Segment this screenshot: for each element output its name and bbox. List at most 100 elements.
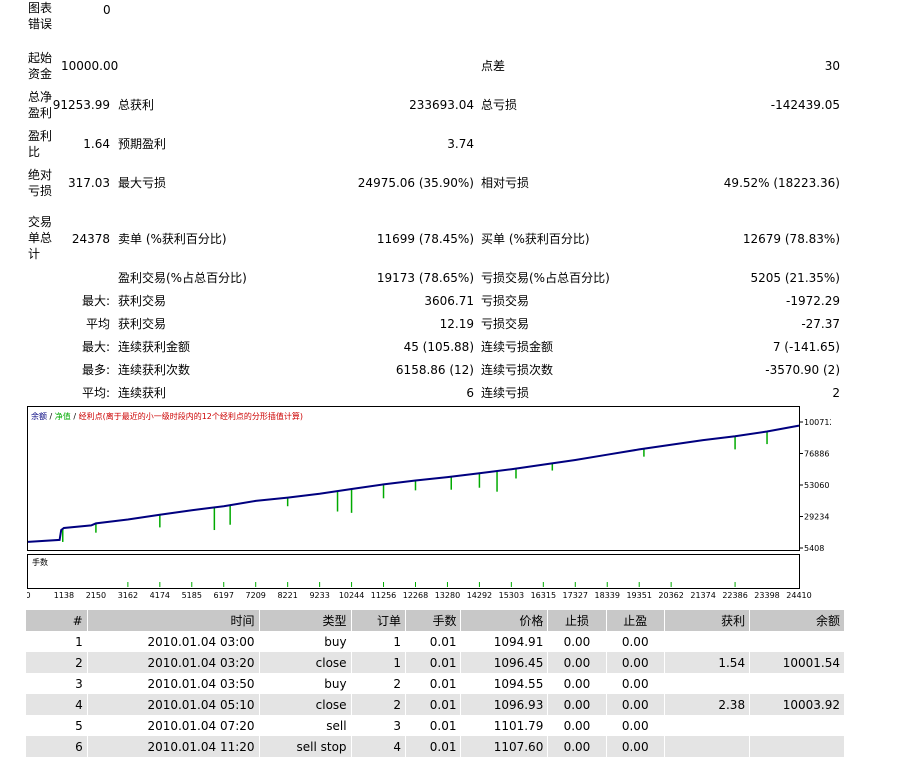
- relative-drawdown-label: 相对亏损: [481, 176, 530, 190]
- table-cell: 1107.60: [460, 736, 549, 757]
- table-cell: 2010.01.04 03:50: [87, 673, 260, 694]
- table-row: 2 2010.01.04 03:20 close 1 0.01 1096.45 0.00 0.…: [26, 652, 845, 673]
- table-cell: 1096.45: [460, 652, 549, 673]
- table-cell: 2010.01.04 11:20: [87, 736, 260, 757]
- profit-trades-value: 19173 (78.65%): [376, 271, 474, 285]
- maximal-drawdown-value: 24975.06 (35.90%): [357, 176, 474, 190]
- y-tick-label: 100712: [804, 418, 831, 427]
- table-cell: 0.00: [547, 673, 607, 694]
- short-positions-value: 11699 (78.45%): [376, 232, 474, 246]
- x-tick-label: 6197: [214, 591, 234, 600]
- table-cell: 0.00: [606, 694, 665, 715]
- table-cell: 0.01: [405, 715, 462, 736]
- table-cell: 2: [351, 694, 407, 715]
- max-consec-count-profit-value: 6158.86 (12): [395, 363, 474, 377]
- table-cell: 0.00: [547, 715, 607, 736]
- legend: 余额 / 净值 / 经利点(离于最近的小一级时段内的12个经利点的分形插值计算): [31, 411, 303, 421]
- table-cell: 0.01: [405, 736, 462, 757]
- y-axis-ticks: 100712 76886 53060 29234 5408: [799, 418, 835, 553]
- table-cell: 0.00: [606, 652, 665, 673]
- x-tick-label: 8221: [277, 591, 297, 600]
- volume-label: 手数: [32, 557, 48, 567]
- table-cell: 2: [351, 673, 407, 694]
- avg-consec-profit-label: 连续获利: [118, 386, 167, 400]
- table-cell: 10001.54: [749, 652, 845, 673]
- column-header: 余额: [749, 610, 845, 631]
- initial-deposit-value: 10000.00: [61, 59, 119, 73]
- chart-errors-value: 0: [103, 3, 111, 17]
- trades-header-row: # 时间 类型 订单 手数 价格 止损 止盈 获利 余额: [26, 610, 845, 631]
- x-tick-label: 7209: [246, 591, 266, 600]
- spread-value: 30: [824, 59, 840, 73]
- trades-table: # 时间 类型 订单 手数 价格 止损 止盈 获利 余额 1 2010.01.04 03:00 buy…: [26, 610, 845, 757]
- table-cell: close: [259, 652, 352, 673]
- table-cell: 0.00: [547, 652, 607, 673]
- largest-profit-label: 获利交易: [118, 294, 167, 308]
- table-cell: sell: [259, 715, 352, 736]
- average-profit-label: 获利交易: [118, 317, 167, 331]
- column-header: 订单: [351, 610, 407, 631]
- table-cell: 0.00: [606, 673, 665, 694]
- largest-loss-label: 亏损交易: [481, 294, 530, 308]
- x-tick-label: 22386: [722, 591, 747, 600]
- x-tick-label: 1138: [54, 591, 74, 600]
- x-axis-ticks: 0 1138 2150 3162 4174 5185 6197 7209 8221 9233 102…: [25, 591, 811, 600]
- table-cell: 0.00: [606, 736, 665, 757]
- y-tick-label: 5408: [804, 544, 824, 553]
- table-cell: 0.00: [606, 631, 665, 652]
- column-header: #: [26, 610, 88, 631]
- initial-deposit-label: 起始资金: [28, 51, 53, 81]
- legend-balance: 余额: [31, 411, 47, 421]
- table-cell: 3: [26, 673, 88, 694]
- max-consec-count-loss-label: 连续亏损次数: [481, 363, 554, 377]
- table-cell: [749, 736, 845, 757]
- max-consec-count-profit-label: 连续获利次数: [118, 363, 191, 377]
- largest-prefix: 最大:: [81, 294, 110, 308]
- balance-chart-svg: 余额 / 净值 / 经利点(离于最近的小一级时段内的12个经利点的分形插值计算)…: [25, 406, 835, 600]
- gross-loss-label: 总亏损: [481, 98, 518, 112]
- x-tick-label: 0: [27, 591, 31, 600]
- column-header: 时间: [87, 610, 260, 631]
- table-cell: 1.54: [664, 652, 751, 673]
- x-tick-label: 14292: [467, 591, 492, 600]
- maximal-drawdown-label: 最大亏损: [118, 176, 167, 190]
- table-cell: [664, 673, 751, 694]
- table-cell: [749, 631, 845, 652]
- table-cell: 0.01: [405, 652, 462, 673]
- average-prefix: 平均: [85, 317, 110, 331]
- table-row: 3 2010.01.04 03:50 buy 2 0.01 1094.55 0.00 0.00: [26, 673, 845, 694]
- profit-factor-value: 1.64: [83, 137, 110, 151]
- table-row: 6 2010.01.04 11:20 sell stop 4 0.01 1107.60 0.…: [26, 736, 845, 757]
- legend-points: 经利点(离于最近的小一级时段内的12个经利点的分形插值计算): [79, 411, 303, 421]
- table-row: 4 2010.01.04 05:10 close 2 0.01 1096.93 0.00 0.…: [26, 694, 845, 715]
- column-header: 止盈: [606, 610, 665, 631]
- net-profit-value: 91253.99: [52, 98, 110, 112]
- y-tick-label: 53060: [804, 481, 829, 490]
- legend-equity: 净值: [55, 411, 71, 421]
- long-positions-label: 买单 (%获利百分比): [481, 232, 590, 246]
- column-header: 价格: [460, 610, 549, 631]
- max-consec-amount-profit-label: 连续获利金额: [118, 340, 191, 354]
- x-tick-label: 12268: [403, 591, 428, 600]
- table-cell: sell stop: [259, 736, 352, 757]
- gross-loss-value: -142439.05: [770, 98, 840, 112]
- max-consec-amount-loss-label: 连续亏损金额: [481, 340, 554, 354]
- table-cell: 2: [26, 652, 88, 673]
- max-consec-count-loss-value: -3570.90 (2): [765, 363, 840, 377]
- table-cell: 1: [351, 652, 407, 673]
- x-tick-label: 19351: [626, 591, 651, 600]
- max-consec-amount-profit-value: 45 (105.88): [403, 340, 474, 354]
- table-cell: buy: [259, 673, 352, 694]
- legend-sep-2: /: [73, 412, 76, 421]
- table-cell: 4: [26, 694, 88, 715]
- avg-consec-profit-value: 6: [466, 386, 474, 400]
- max-consec-amount-loss-value: 7 (-141.65): [772, 340, 840, 354]
- x-tick-label: 17327: [563, 591, 588, 600]
- balance-chart: 余额 / 净值 / 经利点(离于最近的小一级时段内的12个经利点的分形插值计算)…: [25, 406, 835, 600]
- table-cell: 1: [26, 631, 88, 652]
- loss-trades-value: 5205 (21.35%): [750, 271, 840, 285]
- y-tick-label: 76886: [804, 450, 829, 459]
- x-tick-label: 5185: [182, 591, 202, 600]
- x-tick-label: 9233: [309, 591, 329, 600]
- table-cell: 2010.01.04 05:10: [87, 694, 260, 715]
